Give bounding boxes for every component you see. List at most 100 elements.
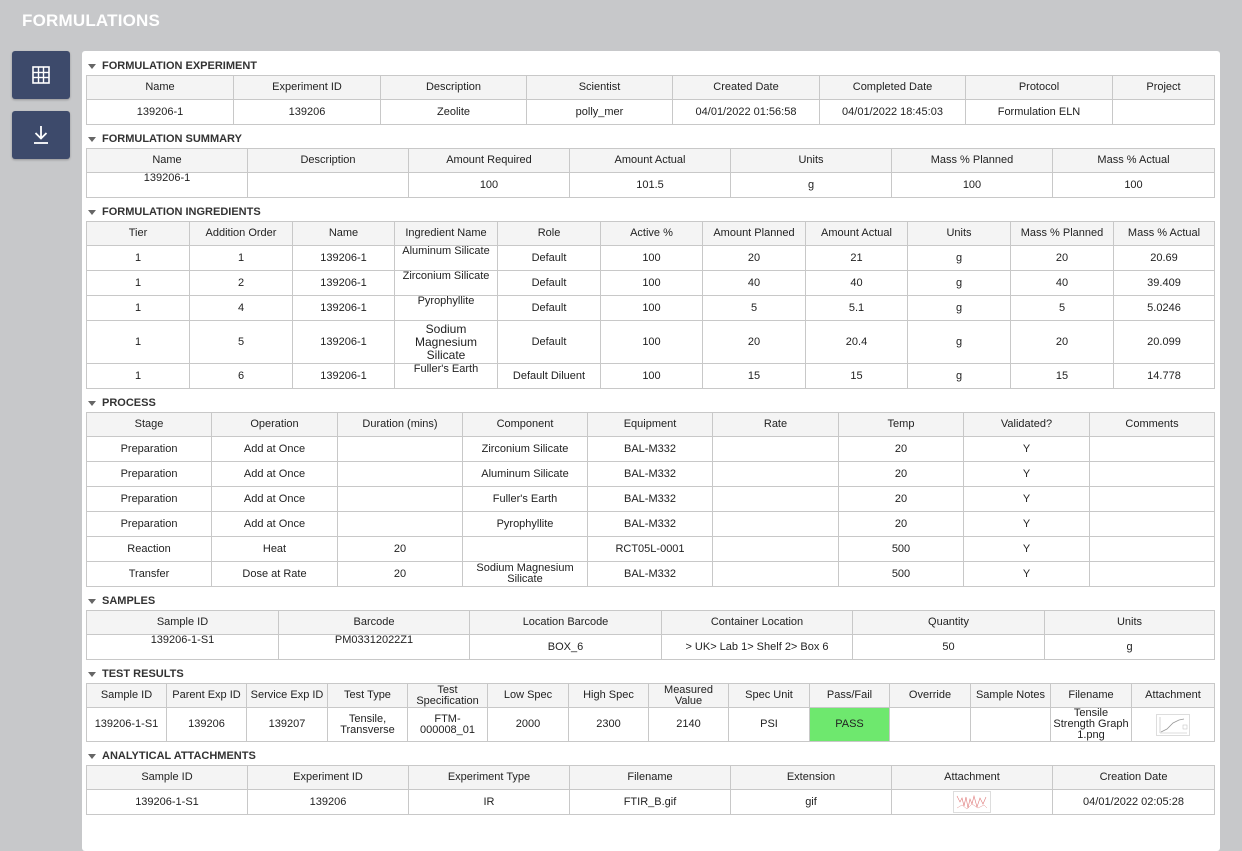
column-header[interactable]: Validated? xyxy=(963,412,1090,437)
column-header[interactable]: Completed Date xyxy=(819,75,966,100)
cell: Dose at Rate xyxy=(211,561,338,587)
column-header[interactable]: Description xyxy=(247,148,409,173)
cell-attachment[interactable] xyxy=(891,789,1053,815)
column-header[interactable]: Operation xyxy=(211,412,338,437)
cell: g xyxy=(907,295,1011,321)
column-header[interactable]: Ingredient Name xyxy=(394,221,498,246)
experiment-id-link[interactable]: 139206 xyxy=(233,99,381,125)
cell: 100 xyxy=(600,363,703,389)
column-header[interactable]: Name xyxy=(86,148,248,173)
column-header[interactable]: Units xyxy=(1044,610,1215,635)
section-ingredients-header[interactable]: FORMULATION INGREDIENTS xyxy=(86,203,1214,221)
column-header[interactable]: Amount Actual xyxy=(805,221,908,246)
collapse-caret-icon[interactable] xyxy=(88,672,96,677)
column-header[interactable]: Measured Value xyxy=(648,683,729,708)
column-header[interactable]: Extension xyxy=(730,765,892,790)
column-header[interactable]: Created Date xyxy=(672,75,820,100)
collapse-caret-icon[interactable] xyxy=(88,64,96,69)
column-header[interactable]: Rate xyxy=(712,412,839,437)
column-header[interactable]: Component xyxy=(462,412,588,437)
column-header[interactable]: Quantity xyxy=(852,610,1045,635)
column-header[interactable]: Sample Notes xyxy=(970,683,1051,708)
column-header[interactable]: Units xyxy=(907,221,1011,246)
column-header[interactable]: Scientist xyxy=(526,75,673,100)
grid-view-button[interactable] xyxy=(12,51,70,99)
graph-thumbnail-icon[interactable] xyxy=(1156,713,1190,736)
section-samples-header[interactable]: SAMPLES xyxy=(86,592,1214,610)
column-header[interactable]: Pass/Fail xyxy=(809,683,890,708)
column-header[interactable]: Project xyxy=(1112,75,1215,100)
download-button[interactable] xyxy=(12,111,70,159)
column-header[interactable]: Mass % Actual xyxy=(1052,148,1215,173)
cell-creation-date: 04/01/2022 02:05:28 xyxy=(1052,789,1215,815)
column-header[interactable]: Amount Required xyxy=(408,148,570,173)
column-header[interactable]: Protocol xyxy=(965,75,1113,100)
column-header[interactable]: Stage xyxy=(86,412,212,437)
column-header[interactable]: Parent Exp ID xyxy=(166,683,247,708)
column-header[interactable]: Service Exp ID xyxy=(246,683,328,708)
spectrum-thumbnail-icon[interactable] xyxy=(953,791,991,813)
cell: 500 xyxy=(838,536,964,562)
column-header[interactable]: Spec Unit xyxy=(728,683,810,708)
collapse-caret-icon[interactable] xyxy=(88,754,96,759)
service-exp-id-link[interactable]: 139207 xyxy=(246,707,328,742)
collapse-caret-icon[interactable] xyxy=(88,401,96,406)
collapse-caret-icon[interactable] xyxy=(88,210,96,215)
cell: 40 xyxy=(702,270,806,296)
collapse-caret-icon[interactable] xyxy=(88,137,96,142)
section-experiment-header[interactable]: FORMULATION EXPERIMENT xyxy=(86,57,1214,75)
column-header[interactable]: Filename xyxy=(1050,683,1132,708)
column-header[interactable]: Amount Planned xyxy=(702,221,806,246)
cell-created-date: 04/01/2022 01:56:58 xyxy=(672,99,820,125)
column-header[interactable]: Experiment Type xyxy=(408,765,570,790)
column-header[interactable]: Low Spec xyxy=(487,683,569,708)
parent-exp-id-link[interactable]: 139206 xyxy=(166,707,247,742)
cell: Reaction xyxy=(86,536,212,562)
column-header[interactable]: Location Barcode xyxy=(469,610,662,635)
column-header[interactable]: Experiment ID xyxy=(233,75,381,100)
column-header[interactable]: Creation Date xyxy=(1052,765,1215,790)
table-header-row: Tier Addition Order Name Ingredient Name… xyxy=(86,221,1215,246)
column-header[interactable]: Units xyxy=(730,148,892,173)
column-header[interactable]: Name xyxy=(86,75,234,100)
column-header[interactable]: Barcode xyxy=(278,610,470,635)
column-header[interactable]: Override xyxy=(889,683,971,708)
table-row: 139206-1-S1 PM03312022Z1 BOX_6 > UK> Lab… xyxy=(86,634,1215,660)
column-header[interactable]: Sample ID xyxy=(86,610,279,635)
column-header[interactable]: Sample ID xyxy=(86,683,167,708)
column-header[interactable]: Duration (mins) xyxy=(337,412,463,437)
cell: 20 xyxy=(337,536,463,562)
experiment-id-link[interactable]: 139206 xyxy=(247,789,409,815)
column-header[interactable]: Description xyxy=(380,75,527,100)
column-header[interactable]: Mass % Actual xyxy=(1113,221,1215,246)
column-header[interactable]: Equipment xyxy=(587,412,713,437)
column-header[interactable]: Mass % Planned xyxy=(891,148,1053,173)
column-header[interactable]: Addition Order xyxy=(189,221,293,246)
cell: g xyxy=(907,245,1011,271)
column-header[interactable]: Role xyxy=(497,221,601,246)
cell-units: g xyxy=(1044,634,1215,660)
column-header[interactable]: Attachment xyxy=(891,765,1053,790)
column-header[interactable]: Container Location xyxy=(661,610,853,635)
section-summary-header[interactable]: FORMULATION SUMMARY xyxy=(86,130,1214,148)
column-header[interactable]: Test Specification xyxy=(407,683,488,708)
column-header[interactable]: Amount Actual xyxy=(569,148,731,173)
column-header[interactable]: Sample ID xyxy=(86,765,248,790)
column-header[interactable]: Filename xyxy=(569,765,731,790)
section-process-header[interactable]: PROCESS xyxy=(86,394,1214,412)
column-header[interactable]: Test Type xyxy=(327,683,408,708)
column-header[interactable]: Temp xyxy=(838,412,964,437)
column-header[interactable]: Experiment ID xyxy=(247,765,409,790)
cell: 20 xyxy=(838,486,964,512)
column-header[interactable]: Mass % Planned xyxy=(1010,221,1114,246)
collapse-caret-icon[interactable] xyxy=(88,599,96,604)
column-header[interactable]: Active % xyxy=(600,221,703,246)
cell-attachment[interactable] xyxy=(1131,707,1215,742)
column-header[interactable]: Tier xyxy=(86,221,190,246)
section-attachments-header[interactable]: ANALYTICAL ATTACHMENTS xyxy=(86,747,1214,765)
column-header[interactable]: High Spec xyxy=(568,683,649,708)
column-header[interactable]: Comments xyxy=(1089,412,1215,437)
section-test-results-header[interactable]: TEST RESULTS xyxy=(86,665,1214,683)
column-header[interactable]: Name xyxy=(292,221,395,246)
column-header[interactable]: Attachment xyxy=(1131,683,1215,708)
